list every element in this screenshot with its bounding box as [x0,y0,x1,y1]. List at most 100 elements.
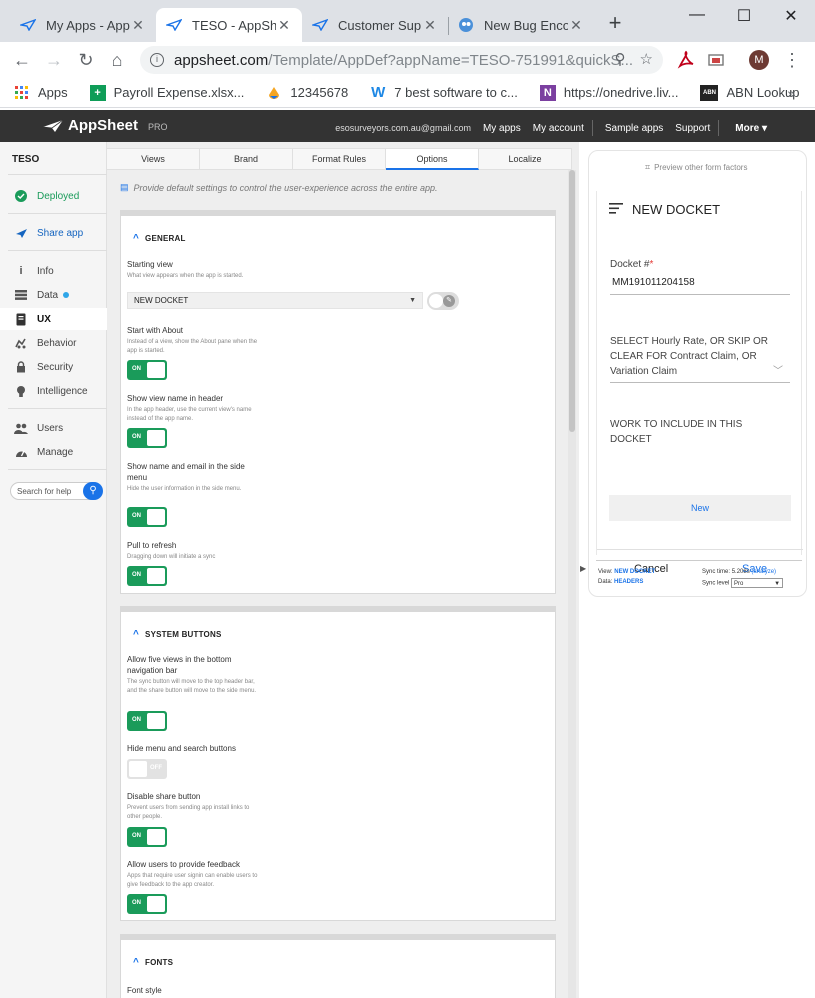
address-bar[interactable]: i appsheet.com /Template/AppDef?appName=… [140,46,663,74]
minimize-icon[interactable]: — [686,6,708,26]
close-tab-icon[interactable]: ✕ [130,17,146,34]
sync-level-select[interactable]: Pro ▼ [731,578,784,588]
formula-toggle[interactable]: ✎ [427,292,459,310]
behavior-icon [14,336,28,350]
menu-icon[interactable] [609,201,623,218]
acrobat-extension-icon[interactable] [676,50,696,70]
profile-avatar[interactable]: M [749,50,769,70]
sidebar-item-data[interactable]: Data [0,284,107,306]
home-icon[interactable]: ⌂ [105,48,129,72]
sample-apps-link[interactable]: Sample apps [605,123,663,134]
five-views-toggle[interactable]: ON [127,711,167,731]
browser-tab-teso[interactable]: TESO - AppShee ✕ [156,8,302,42]
pro-badge: PRO [148,122,168,132]
deployed-status[interactable]: Deployed [0,185,107,207]
back-icon[interactable]: ← [10,48,34,72]
sync-time-label: Sync time: [702,569,731,575]
maximize-icon[interactable]: ☐ [733,6,755,26]
close-tab-icon[interactable]: ✕ [568,17,584,34]
new-item-button[interactable]: New [609,495,791,521]
tab-localize[interactable]: Localize [479,148,572,170]
appsheet-logo[interactable]: AppSheet PRO [42,117,168,134]
tab-views[interactable]: Views [107,148,200,170]
system-buttons-section-header[interactable]: ^ SYSTEM BUTTONS [133,629,221,640]
toggle-knob [147,509,165,525]
sidebar-item-ux[interactable]: UX [0,308,107,330]
bookmark-onedrive[interactable]: N https://onedrive.liv... [539,84,678,101]
bookmark-payroll[interactable]: + Payroll Expense.xlsx... [89,84,244,101]
preview-factors-label: Preview other form factors [654,163,748,172]
search-icon[interactable]: ⚲ [83,482,103,500]
tab-options[interactable]: Options [386,148,479,170]
data-status-dot [63,292,70,298]
close-window-icon[interactable]: ✕ [780,6,802,26]
reload-icon[interactable]: ↻ [74,48,98,72]
zoom-icon[interactable]: ⚲ [615,50,626,68]
sync-time-value: 5.208s [731,569,750,575]
disable-share-toggle[interactable]: ON [127,827,167,847]
analyze-link[interactable]: (analyze) [751,569,776,575]
starting-view-select[interactable]: NEW DOCKET ▼ [127,292,423,309]
general-section-header[interactable]: ^ GENERAL [133,233,186,244]
bookmark-apps[interactable]: Apps [14,85,68,101]
close-tab-icon[interactable]: ✕ [422,17,438,34]
chevron-down-icon[interactable]: ﹀ [773,362,783,377]
bookmark-abn-lookup[interactable]: ABN ABN Lookup [700,84,799,101]
more-bookmarks-icon[interactable]: » [787,85,795,101]
lock-icon [14,360,28,374]
setting-label: Show view name in header [127,394,224,403]
browser-tab-new-bug[interactable]: New Bug Enco ✕ [448,8,594,42]
fonts-section-header[interactable]: ^ FONTS [133,957,173,968]
sidebar-item-intelligence[interactable]: Intelligence [0,380,107,402]
pull-to-refresh-toggle[interactable]: ON [127,566,167,586]
app-name: TESO [12,154,40,165]
close-tab-icon[interactable]: ✕ [276,17,292,34]
toggle-knob [147,713,165,729]
scrollbar-thumb[interactable] [569,170,575,432]
toggle-knob [147,896,165,912]
share-app-button[interactable]: Share app [0,222,107,244]
sidebar-item-label: Intelligence [37,385,88,397]
logo-text: AppSheet [68,117,139,134]
sidebar-item-behavior[interactable]: Behavior [0,332,107,354]
preview-form-factors-link[interactable]: ⌗ Preview other form factors [645,162,747,173]
collapse-preview-icon[interactable]: ▶ [580,564,586,573]
help-search-input[interactable] [11,486,81,496]
divider [8,174,107,175]
my-apps-link[interactable]: My apps [483,123,521,134]
bookmark-star-icon[interactable]: ☆ [640,50,653,68]
show-name-email-toggle[interactable]: ON [127,507,167,527]
browser-tab-customer-support[interactable]: Customer Supp ✕ [302,8,448,42]
more-menu[interactable]: More ▾ [735,123,767,134]
bookmark-7-best-software[interactable]: W 7 best software to c... [370,84,518,101]
forward-icon[interactable]: → [42,48,66,72]
info-icon[interactable]: i [150,53,164,67]
show-view-name-toggle[interactable]: ON [127,428,167,448]
browser-tab-my-apps[interactable]: My Apps - App ✕ [10,8,156,42]
bookmark-12345678[interactable]: 12345678 [266,85,348,101]
sidebar-item-users[interactable]: Users [0,417,107,439]
setting-feedback: Allow users to provide feedback Apps tha… [127,859,262,890]
start-with-about-toggle[interactable]: ON [127,360,167,380]
main-scrollbar[interactable] [568,170,576,998]
hide-menu-toggle[interactable]: OFF [127,759,167,779]
chevron-up-icon: ^ [133,957,140,968]
sidebar-item-security[interactable]: Security [0,356,107,378]
docket-field-value[interactable]: MM191011204158 [612,277,695,288]
support-link[interactable]: Support [675,123,710,134]
cast-extension-icon[interactable] [706,50,726,70]
section-title: FONTS [145,958,174,967]
new-tab-icon[interactable]: + [604,12,626,35]
tab-format-rules[interactable]: Format Rules [293,148,386,170]
feedback-toggle[interactable]: ON [127,894,167,914]
section-title: SYSTEM BUTTONS [145,630,222,639]
sidebar-item-info[interactable]: i Info [0,260,107,282]
my-account-link[interactable]: My account [533,123,584,134]
divider [8,469,107,470]
setting-label: Font style [127,986,162,995]
sidebar-item-manage[interactable]: Manage [0,441,107,463]
data-link[interactable]: HEADERS [614,579,643,585]
browser-menu-icon[interactable]: ⋮ [780,48,804,72]
view-link[interactable]: NEW DOCKET [614,569,655,575]
tab-brand[interactable]: Brand [200,148,293,170]
